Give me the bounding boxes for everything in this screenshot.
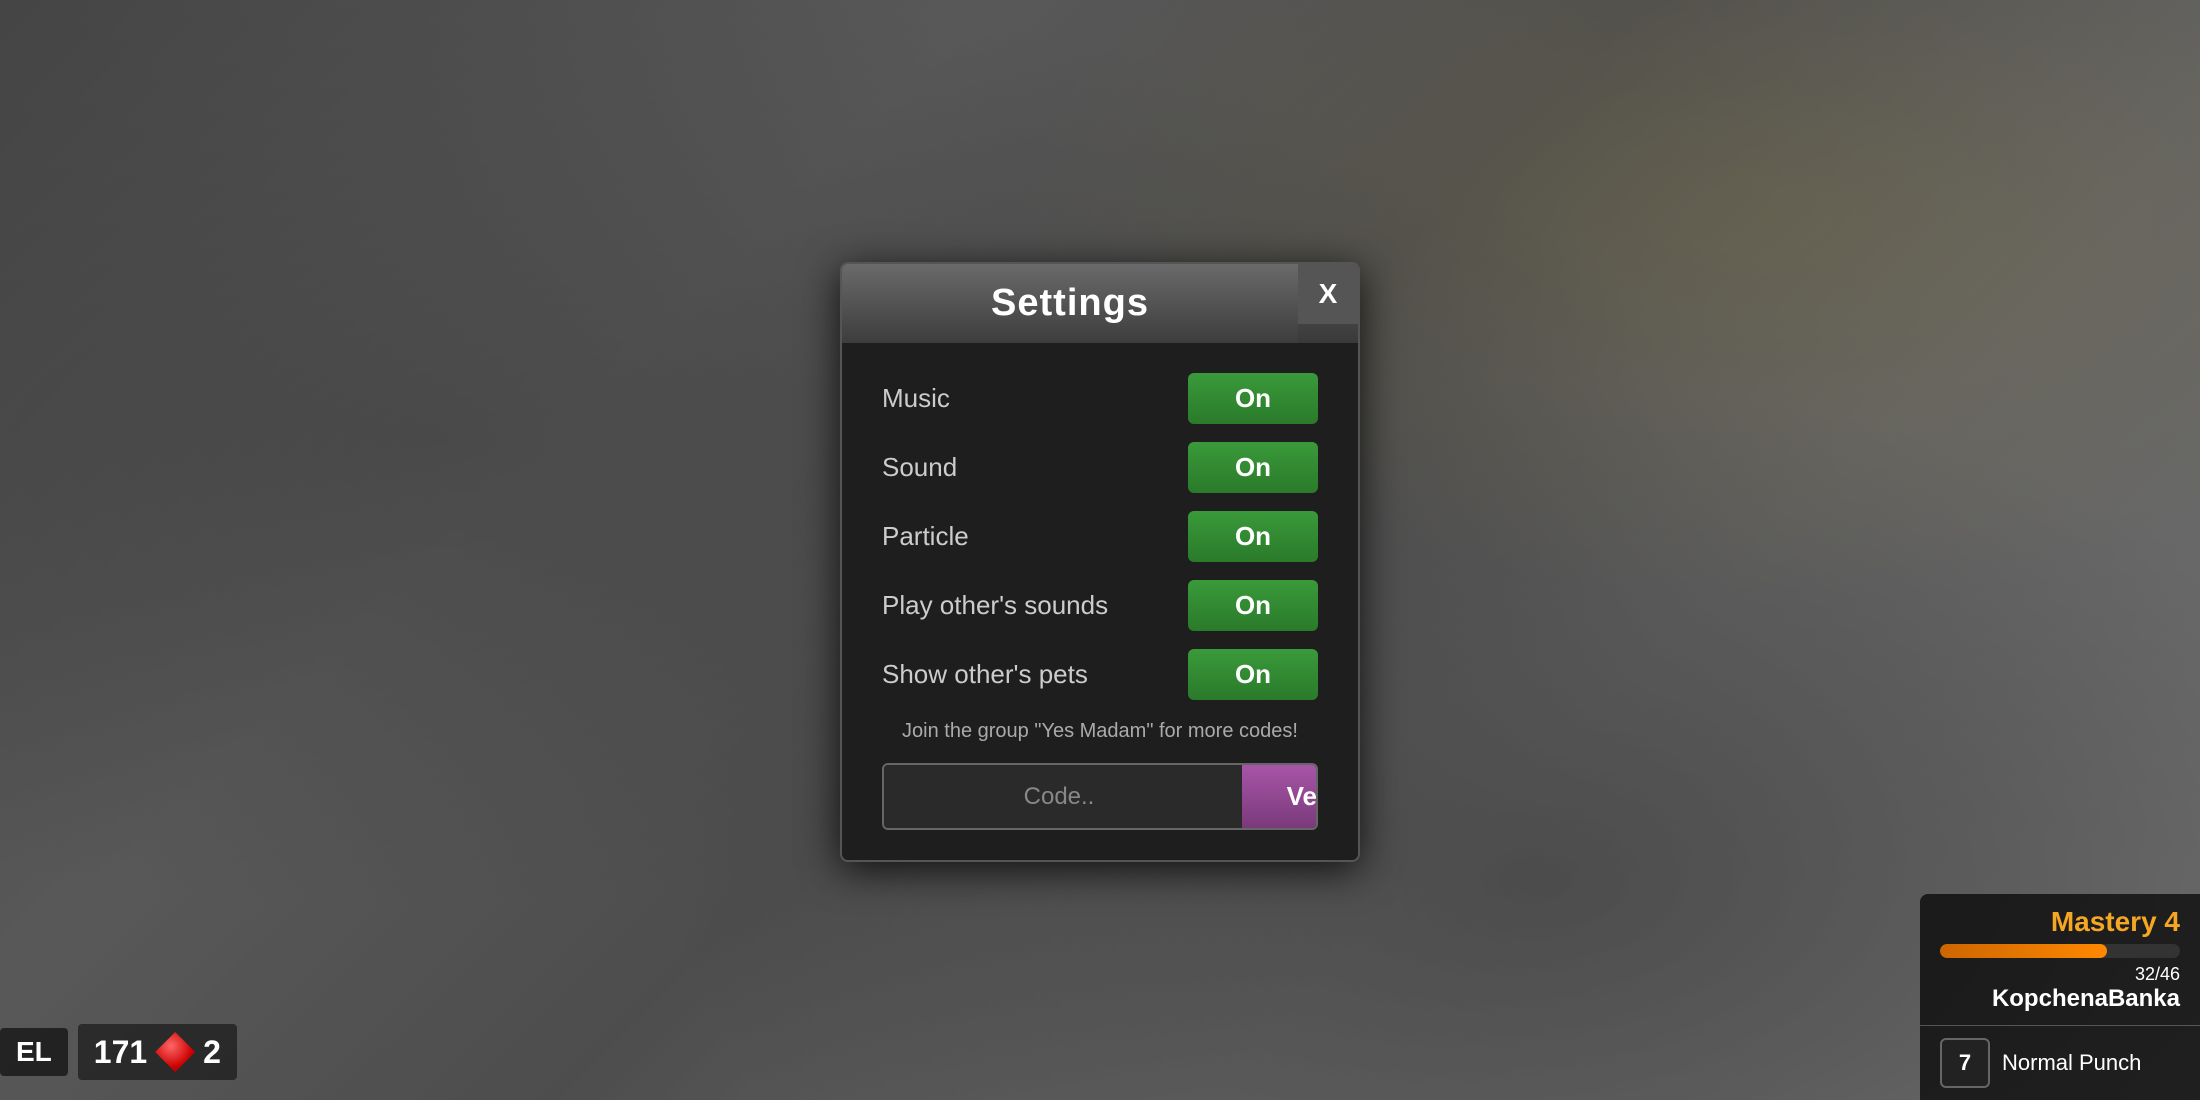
particle-label: Particle xyxy=(882,521,969,552)
settings-row-music: Music On xyxy=(882,373,1318,424)
sound-toggle[interactable]: On xyxy=(1188,442,1318,493)
modal-title: Settings xyxy=(991,282,1149,324)
sound-label: Sound xyxy=(882,452,957,483)
hud-bottom-left: EL 171 2 xyxy=(0,1024,237,1080)
settings-row-sound: Sound On xyxy=(882,442,1318,493)
currency-amount: 171 xyxy=(94,1034,147,1071)
player-name: KopchenaBanka xyxy=(1940,985,2180,1013)
mastery-progress-text: 32/46 xyxy=(1940,964,2180,985)
settings-row-play-others-sounds: Play other's sounds On xyxy=(882,580,1318,631)
modal-title-area: Settings xyxy=(842,264,1298,343)
music-label: Music xyxy=(882,383,950,414)
modal-body: Music On Sound On Particle On Play other… xyxy=(842,343,1358,860)
skill-key: 7 xyxy=(1940,1038,1990,1088)
level-indicator: EL xyxy=(0,1028,68,1076)
settings-row-show-others-pets: Show other's pets On xyxy=(882,649,1318,700)
group-promo-text: Join the group "Yes Madam" for more code… xyxy=(882,720,1318,743)
settings-modal-wrapper: Settings X Music On Sound On Particle On… xyxy=(840,262,1360,862)
mastery-bar-fill xyxy=(1940,944,2107,958)
close-button[interactable]: X xyxy=(1298,264,1358,324)
particle-toggle[interactable]: On xyxy=(1188,511,1318,562)
gem-count: 2 xyxy=(203,1034,221,1071)
currency-display: 171 2 xyxy=(78,1024,237,1080)
skill-panel: 7 Normal Punch xyxy=(1920,1025,2200,1100)
mastery-title: Mastery 4 xyxy=(1940,906,2180,938)
gem-icon xyxy=(155,1032,195,1072)
settings-modal: Settings X Music On Sound On Particle On… xyxy=(840,262,1360,862)
show-others-pets-label: Show other's pets xyxy=(882,659,1088,690)
play-others-sounds-label: Play other's sounds xyxy=(882,590,1108,621)
show-others-pets-toggle[interactable]: On xyxy=(1188,649,1318,700)
music-toggle[interactable]: On xyxy=(1188,373,1318,424)
verify-button[interactable]: Verify xyxy=(1242,765,1318,828)
modal-header: Settings X xyxy=(842,264,1358,343)
code-row: Verify xyxy=(882,763,1318,830)
hud-bottom-right: Mastery 4 32/46 KopchenaBanka 7 Normal P… xyxy=(1920,894,2200,1100)
settings-row-particle: Particle On xyxy=(882,511,1318,562)
play-others-sounds-toggle[interactable]: On xyxy=(1188,580,1318,631)
skill-name: Normal Punch xyxy=(2002,1050,2141,1076)
mastery-panel: Mastery 4 32/46 KopchenaBanka xyxy=(1920,894,2200,1025)
mastery-progress-bar xyxy=(1940,944,2180,958)
code-input[interactable] xyxy=(884,765,1234,828)
